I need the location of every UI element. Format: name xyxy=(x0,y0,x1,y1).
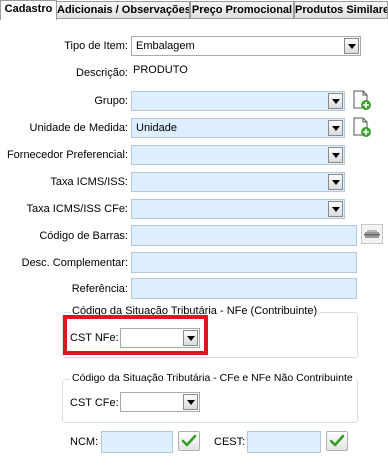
chevron-down-icon[interactable] xyxy=(328,120,343,136)
descricao-label: Descrição: xyxy=(76,67,128,79)
ncm-input[interactable] xyxy=(101,431,173,453)
tipo-item-select[interactable]: Embalagem xyxy=(131,36,361,56)
chevron-down-icon[interactable] xyxy=(328,174,343,190)
new-document-icon[interactable] xyxy=(350,116,372,138)
cest-input[interactable] xyxy=(247,431,321,453)
taxa-icms-cfe-label: Taxa ICMS/ISS CFe: xyxy=(26,203,128,215)
cst-nfe-select[interactable] xyxy=(120,328,200,348)
barcode-scanner-icon xyxy=(364,230,380,238)
taxa-icms-select[interactable] xyxy=(131,172,345,192)
chevron-down-icon[interactable] xyxy=(183,330,198,346)
chevron-down-icon[interactable] xyxy=(328,93,343,109)
tab-produtos-similares[interactable]: Produtos Similares xyxy=(294,1,388,18)
checkmark-icon xyxy=(181,434,197,447)
referencia-input[interactable] xyxy=(131,278,357,299)
ncm-confirm-button[interactable] xyxy=(178,431,200,451)
fornecedor-label: Fornecedor Preferencial: xyxy=(6,149,128,161)
new-document-icon[interactable] xyxy=(350,89,372,111)
tab-adicionais-observacoes[interactable]: Adicionais / Observações xyxy=(56,1,190,18)
cst-cfe-label: CST CFe: xyxy=(70,397,119,409)
descricao-input[interactable]: PRODUTO xyxy=(133,64,188,76)
tab-divider xyxy=(0,18,388,19)
codigo-barras-input[interactable] xyxy=(131,225,357,246)
unidade-medida-value: Unidade xyxy=(136,122,177,134)
grupo-label: Grupo: xyxy=(94,95,128,107)
desc-complementar-label: Desc. Complementar: xyxy=(21,257,128,269)
grupo-select[interactable] xyxy=(131,91,345,111)
fornecedor-select[interactable] xyxy=(131,145,345,165)
checkmark-icon xyxy=(329,434,345,447)
tipo-item-label: Tipo de Item: xyxy=(64,40,128,52)
chevron-down-icon[interactable] xyxy=(328,147,343,163)
tab-bar: Cadastro Adicionais / Observações Preço … xyxy=(0,0,388,20)
cest-confirm-button[interactable] xyxy=(326,431,348,451)
codigo-barras-label: Código de Barras: xyxy=(39,230,128,242)
unidade-medida-label: Unidade de Medida: xyxy=(29,122,128,134)
cst-cfe-select[interactable] xyxy=(120,392,200,412)
desc-complementar-input[interactable] xyxy=(131,252,357,273)
chevron-down-icon[interactable] xyxy=(183,394,198,410)
cest-label: CEST: xyxy=(214,436,246,448)
cst-nfe-label: CST NFe: xyxy=(70,332,119,344)
ncm-label: NCM: xyxy=(70,436,99,448)
tipo-item-value: Embalagem xyxy=(136,40,195,52)
chevron-down-icon[interactable] xyxy=(344,38,359,54)
taxa-icms-cfe-select[interactable] xyxy=(131,199,345,219)
unidade-medida-select[interactable]: Unidade xyxy=(131,118,345,138)
referencia-label: Referência: xyxy=(71,283,128,295)
cst-cfe-group-title: Código da Situação Tributária - CFe e NF… xyxy=(70,372,355,384)
chevron-down-icon[interactable] xyxy=(328,201,343,217)
barcode-scanner-button[interactable] xyxy=(361,224,383,244)
tab-preco-promocional[interactable]: Preço Promocional xyxy=(190,1,294,18)
tab-cadastro[interactable]: Cadastro xyxy=(0,0,57,20)
taxa-icms-label: Taxa ICMS/ISS: xyxy=(50,176,128,188)
